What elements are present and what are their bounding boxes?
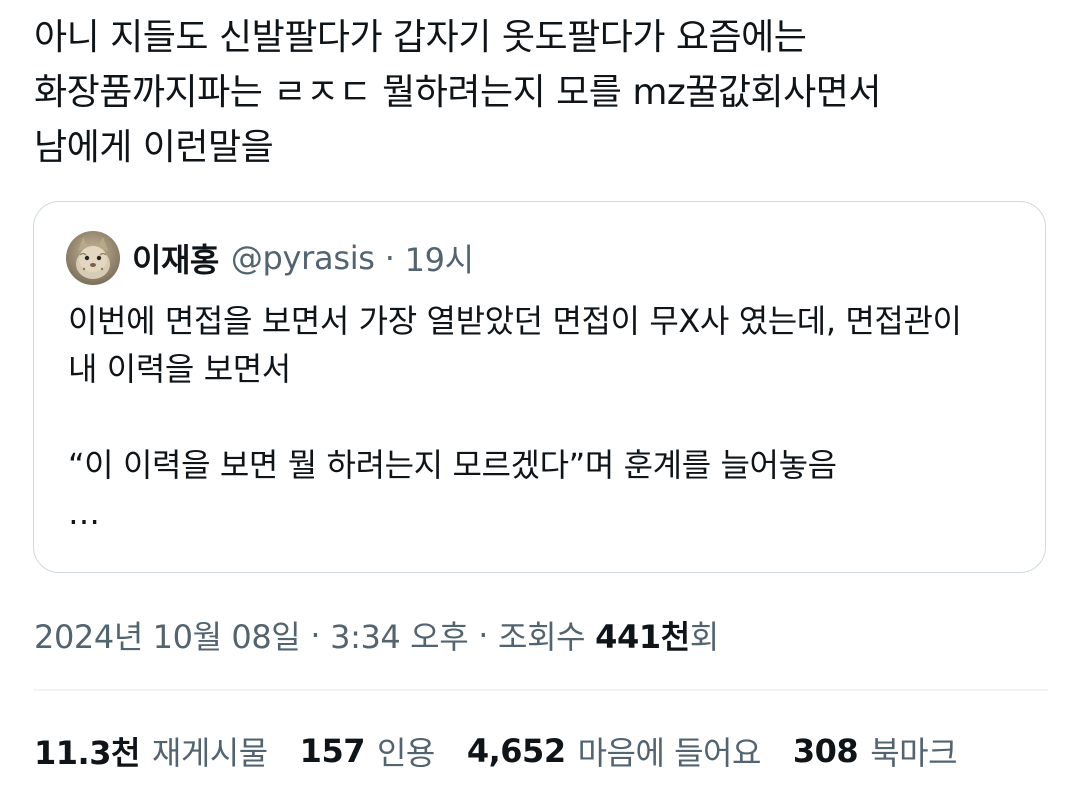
tweet-timestamp-row: 2024년 10월 08일 · 3:34 오후 · 조회수 441천 회 — [34, 610, 719, 660]
reposts-count: 11.3천 — [34, 734, 140, 772]
cat-avatar-icon[interactable] — [66, 231, 120, 285]
quoted-author-handle[interactable]: @pyrasis — [231, 239, 375, 277]
quotes-label: 인용 — [376, 734, 435, 772]
bookmarks-count: 308 — [792, 732, 859, 770]
meta-separator: · — [384, 239, 395, 277]
tweet-time[interactable]: 3:34 오후 — [330, 612, 469, 658]
quoted-tweet-time[interactable]: 19시 — [405, 235, 475, 281]
likes-count: 4,652 — [466, 732, 566, 770]
reposts-stat[interactable]: 11.3천 재게시물 — [34, 728, 268, 774]
tweet-date[interactable]: 2024년 10월 08일 — [34, 612, 301, 658]
quoted-tweet-header: 이재홍 @pyrasis · 19시 — [66, 230, 474, 286]
quoted-tweet-body: 이번에 면접을 보면서 가장 열받았던 면접이 무X사 였는데, 면접관이 내 … — [68, 302, 962, 532]
bookmarks-stat[interactable]: 308 북마크 — [792, 728, 958, 774]
tweet-text: 아니 지들도 신발팔다가 갑자기 옷도팔다가 요즘에는 화장품까지파는 ㄹㅈㄷ … — [34, 17, 882, 168]
divider — [33, 689, 1048, 691]
views-count: 441천 — [595, 618, 690, 656]
engagement-stats: 11.3천 재게시물 157 인용 4,652 마음에 들어요 308 북마크 — [34, 725, 989, 777]
quoted-author-meta: @pyrasis · 19시 — [231, 235, 474, 281]
likes-stat[interactable]: 4,652 마음에 들어요 — [466, 728, 762, 774]
meta-separator: · — [310, 616, 321, 654]
quoted-author-name[interactable]: 이재홍 — [132, 235, 219, 281]
views-suffix: 회 — [689, 618, 719, 656]
likes-label: 마음에 들어요 — [577, 734, 762, 772]
quoted-tweet-card[interactable]: 이재홍 @pyrasis · 19시 이번에 면접을 보면서 가장 열받았던 면… — [33, 201, 1046, 573]
meta-separator: · — [478, 616, 489, 654]
views-label: 조회수 — [498, 618, 586, 656]
reposts-label: 재게시물 — [151, 734, 268, 772]
quotes-count: 157 — [299, 732, 366, 770]
quotes-stat[interactable]: 157 인용 — [299, 728, 436, 774]
bookmarks-label: 북마크 — [870, 734, 958, 772]
